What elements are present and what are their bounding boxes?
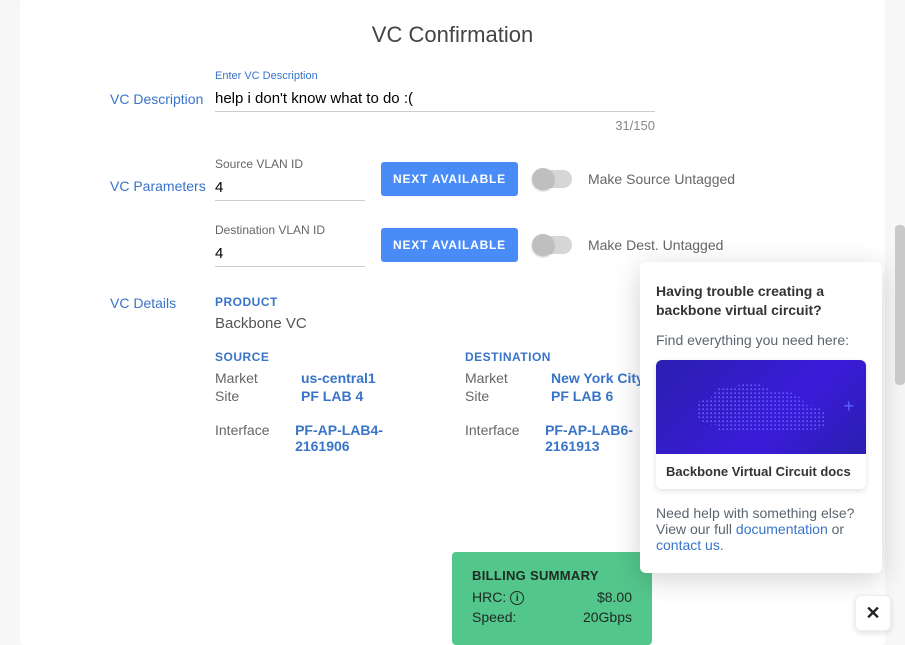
source-vlan-row: Source VLAN ID NEXT AVAILABLE Make Sourc… <box>215 157 795 201</box>
plus-icon: + <box>843 396 854 417</box>
dest-vlan-input[interactable] <box>215 241 365 267</box>
vc-description-section-label: VC Description <box>110 70 215 107</box>
dest-untagged-label: Make Dest. Untagged <box>588 237 723 253</box>
source-interface-label: Interface <box>215 422 277 454</box>
help-doc-image: + <box>656 360 866 454</box>
dest-site-value: PF LAB 6 <box>551 388 613 404</box>
dest-site-label: Site <box>465 388 533 404</box>
dest-vlan-row: Destination VLAN ID NEXT AVAILABLE Make … <box>215 223 795 267</box>
help-popover: Having trouble creating a backbone virtu… <box>640 262 882 573</box>
vc-parameters-section-label: VC Parameters <box>110 157 215 194</box>
page-title: VC Confirmation <box>110 22 795 48</box>
vc-description-counter: 31/150 <box>215 118 655 133</box>
help-extra-text: Need help with something else? View our … <box>656 505 866 553</box>
source-vlan-label: Source VLAN ID <box>215 157 365 171</box>
source-header: SOURCE <box>215 350 425 364</box>
help-title: Having trouble creating a backbone virtu… <box>656 282 866 320</box>
documentation-link[interactable]: documentation <box>736 521 828 537</box>
billing-speed-value: 20Gbps <box>583 609 632 625</box>
dest-market-label: Market <box>465 370 533 386</box>
dest-market-value: New York City <box>551 370 644 386</box>
billing-hrc-value: $8.00 <box>597 589 632 605</box>
source-interface-value: PF-AP-LAB4-2161906 <box>295 422 425 454</box>
source-next-available-button[interactable]: NEXT AVAILABLE <box>381 162 518 196</box>
source-market-label: Market <box>215 370 283 386</box>
contact-us-link[interactable]: contact us <box>656 537 720 553</box>
vc-description-input[interactable] <box>215 86 655 112</box>
close-icon: ✕ <box>865 603 880 624</box>
page-root: VC Confirmation VC Description Enter VC … <box>0 0 905 645</box>
cloud-icon <box>686 380 836 440</box>
dest-vlan-label: Destination VLAN ID <box>215 223 365 237</box>
source-site-label: Site <box>215 388 283 404</box>
source-market-value: us-central1 <box>301 370 376 386</box>
dest-interface-label: Interface <box>465 422 527 454</box>
page-scrollbar[interactable] <box>895 225 905 385</box>
close-help-button[interactable]: ✕ <box>855 595 891 631</box>
help-doc-card[interactable]: + Backbone Virtual Circuit docs <box>656 360 866 489</box>
dest-next-available-button[interactable]: NEXT AVAILABLE <box>381 228 518 262</box>
help-doc-caption: Backbone Virtual Circuit docs <box>656 454 866 489</box>
vc-details-section-label: VC Details <box>110 295 215 311</box>
help-lead: Find everything you need here: <box>656 332 866 348</box>
info-icon[interactable]: i <box>510 591 524 605</box>
billing-title: BILLING SUMMARY <box>472 568 632 583</box>
billing-hrc-label: HRC:i <box>472 589 524 605</box>
source-vlan-input[interactable] <box>215 175 365 201</box>
source-untagged-label: Make Source Untagged <box>588 171 735 187</box>
source-column: SOURCE Market us-central1 Site PF LAB 4 In… <box>215 350 425 456</box>
dest-untagged-toggle[interactable] <box>534 236 572 254</box>
vc-parameters-row: VC Parameters Source VLAN ID NEXT AVAILA… <box>110 157 795 271</box>
source-untagged-toggle[interactable] <box>534 170 572 188</box>
vc-description-row: VC Description Enter VC Description 31/1… <box>110 70 795 133</box>
source-site-value: PF LAB 4 <box>301 388 363 404</box>
vc-description-float-label: Enter VC Description <box>215 70 655 82</box>
toggle-knob <box>532 168 554 190</box>
billing-speed-label: Speed: <box>472 609 516 625</box>
billing-summary-panel: BILLING SUMMARY HRC:i $8.00 Speed: 20Gbp… <box>452 552 652 645</box>
toggle-knob <box>532 234 554 256</box>
